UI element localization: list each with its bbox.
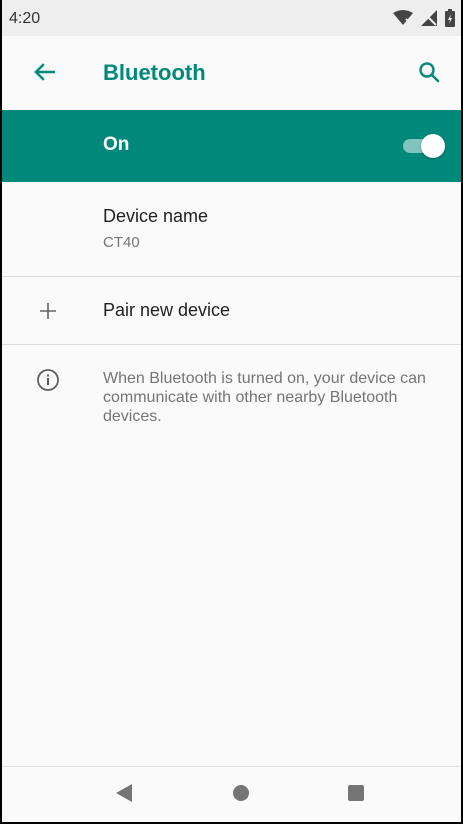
device-name-value: CT40 (103, 234, 140, 251)
bluetooth-toggle[interactable] (403, 134, 445, 158)
nav-home-icon (232, 784, 250, 807)
master-switch-label: On (103, 134, 130, 155)
bluetooth-master-switch[interactable]: On (2, 110, 461, 182)
signal-off-icon (421, 10, 437, 31)
status-icons (393, 9, 455, 32)
info-icon (34, 366, 62, 394)
navigation-bar (2, 766, 461, 822)
wifi-off-icon (393, 10, 413, 31)
pair-new-device-label: Pair new device (103, 300, 231, 320)
pair-new-device-row[interactable]: Pair new device (2, 277, 461, 344)
app-bar: Bluetooth (2, 36, 461, 110)
device-name-title: Device name (103, 206, 209, 226)
search-icon (418, 61, 440, 88)
nav-recents-icon (347, 784, 365, 807)
toggle-thumb (421, 134, 445, 158)
device-name-row[interactable]: Device name CT40 (2, 182, 461, 276)
nav-home-button[interactable] (227, 781, 255, 809)
arrow-back-icon (33, 62, 56, 86)
nav-recents-button[interactable] (342, 781, 370, 809)
status-bar: 4:20 (2, 0, 461, 36)
back-button[interactable] (28, 58, 60, 90)
search-button[interactable] (413, 58, 445, 90)
plus-icon (34, 297, 62, 325)
nav-back-icon (114, 783, 134, 808)
bluetooth-settings-screen: 4:20 Bluetooth On Device name CT40 Pair … (0, 0, 463, 824)
page-title: Bluetooth (103, 60, 206, 85)
info-text: When Bluetooth is turned on, your device… (103, 370, 426, 425)
status-time: 4:20 (9, 10, 41, 27)
nav-back-button[interactable] (110, 781, 138, 809)
bluetooth-info: When Bluetooth is turned on, your device… (2, 345, 461, 445)
battery-icon (445, 9, 455, 32)
